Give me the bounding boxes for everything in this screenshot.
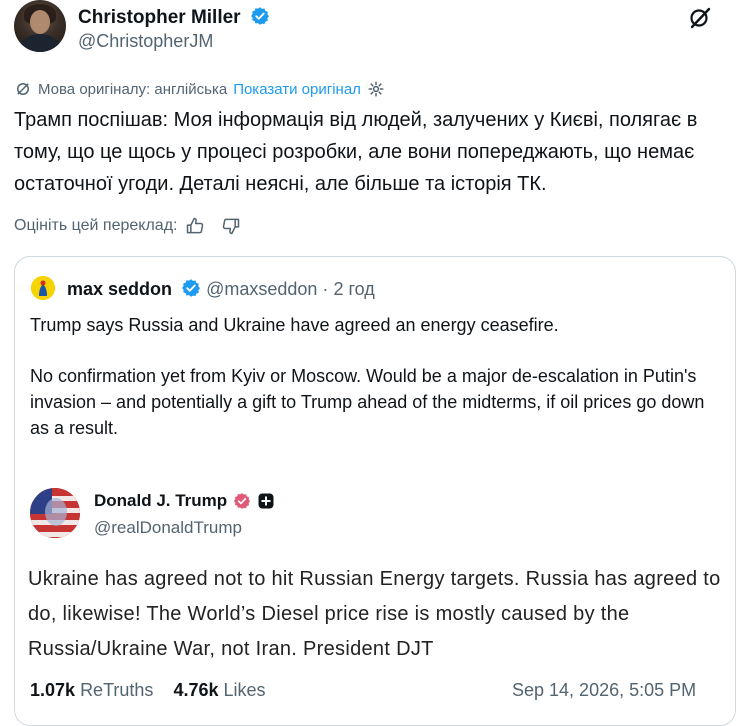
quoted-time[interactable]: 2 год [333, 279, 374, 299]
embedded-post-date: Sep 14, 2026, 5:05 PM [512, 680, 697, 700]
quoted-author-handle[interactable]: @maxseddon [206, 279, 317, 299]
verified-badge-icon [182, 279, 201, 297]
grok-icon[interactable] [688, 6, 712, 30]
translate-icon [17, 83, 29, 95]
embedded-post-stats: 1.07k ReTruths 4.76k Likes [30, 680, 266, 701]
plus-icon [258, 493, 274, 509]
quoted-author-avatar[interactable] [31, 276, 55, 300]
embedded-author-name: Donald J. Trump [94, 491, 228, 510]
gear-icon[interactable] [367, 80, 385, 98]
verified-badge-icon [250, 7, 269, 25]
quoted-paragraph-1: Trump says Russia and Ukraine have agree… [30, 315, 559, 335]
original-language-label: Мова оригіналу: англійська [38, 80, 228, 98]
seddon-avatar-art [31, 276, 55, 300]
translation-info-row: Мова оригіналу: англійська Показати ориг… [14, 80, 385, 98]
embedded-author-handle: @realDonaldTrump [94, 518, 242, 537]
rate-translation-row: Оцініть цей переклад: [14, 216, 241, 236]
meta-separator: · [322, 279, 329, 299]
retruths-label: ReTruths [80, 680, 154, 700]
likes-count: 4.76k [173, 680, 219, 700]
thumbs-up-icon[interactable] [185, 216, 205, 236]
embedded-post-text: Ukraine has agreed not to hit Russian En… [28, 568, 721, 660]
flag-portrait-art [30, 488, 80, 538]
show-original-link[interactable]: Показати оригінал [233, 81, 361, 98]
author-avatar[interactable] [14, 0, 66, 52]
quoted-tweet-text: Trump says Russia and Ukraine have agree… [30, 312, 720, 466]
quoted-author-name[interactable]: max seddon [67, 279, 172, 299]
quoted-author-row[interactable]: max seddon @maxseddon · 2 год [67, 278, 375, 300]
likes-label: Likes [223, 680, 266, 700]
thumbs-down-icon[interactable] [221, 216, 241, 236]
truth-verified-badge-icon [234, 493, 251, 509]
author-name-row[interactable]: Christopher Miller [78, 6, 270, 29]
tweet-text: Трамп поспішав: Моя інформація від людей… [14, 109, 698, 195]
retruths-count: 1.07k [30, 680, 76, 700]
embedded-author-avatar [30, 488, 80, 538]
author-handle[interactable]: @ChristopherJM [78, 31, 213, 52]
quoted-paragraph-2: No confirmation yet from Kyiv or Moscow.… [30, 366, 705, 438]
author-name[interactable]: Christopher Miller [78, 7, 241, 28]
embedded-author-row: Donald J. Trump [94, 491, 275, 511]
rate-translation-label: Оцініть цей переклад: [14, 217, 178, 234]
